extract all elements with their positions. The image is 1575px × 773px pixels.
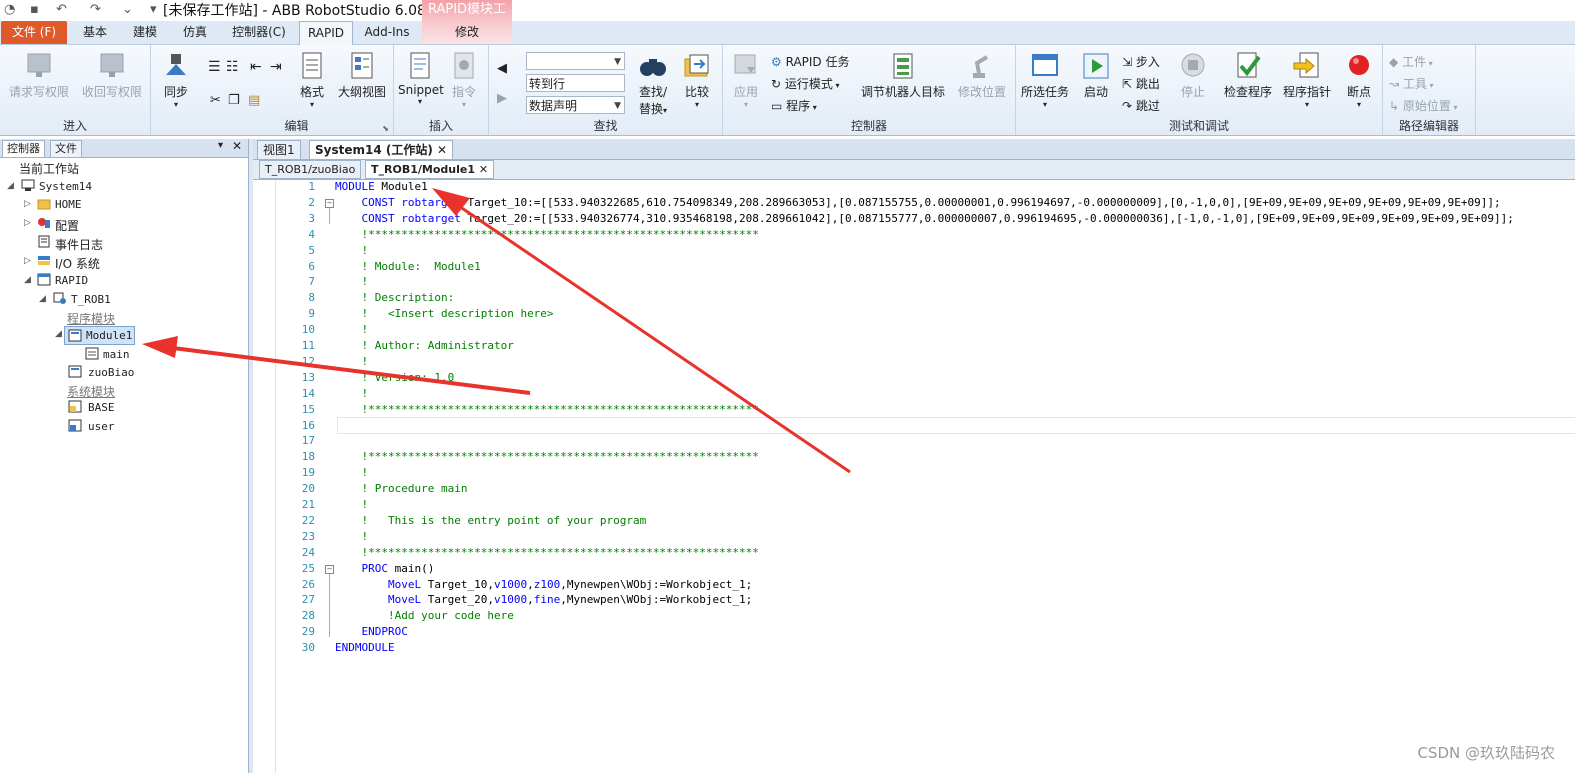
annotation-arrow-to-module-line	[432, 188, 851, 474]
annotation-arrows	[142, 188, 851, 474]
annotation-arrow-to-tree-node	[142, 336, 531, 395]
